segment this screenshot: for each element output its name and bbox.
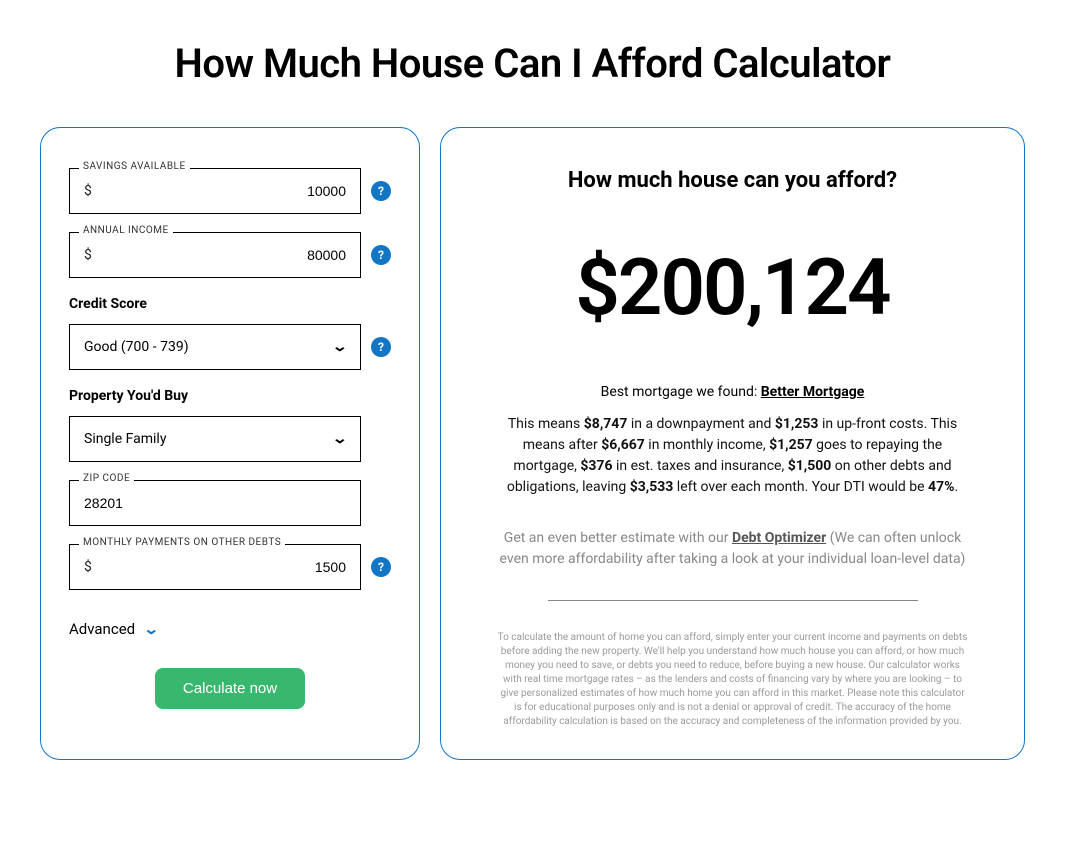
savings-input-box[interactable]: $ [69, 168, 361, 214]
fine-print: To calculate the amount of home you can … [498, 631, 968, 729]
form-panel: SAVINGS AVAILABLE $ ? ANNUAL INCOME $ ? … [40, 127, 420, 760]
debt-optimizer-link[interactable]: Debt Optimizer [732, 530, 826, 546]
chevron-down-icon: ⌄ [332, 339, 348, 355]
taxes-ins-value: $376 [580, 458, 612, 474]
property-value: Single Family [84, 431, 166, 447]
other-debts-value: $1,500 [788, 458, 832, 474]
currency-prefix: $ [84, 247, 92, 263]
advanced-label: Advanced [69, 620, 135, 638]
property-select[interactable]: Single Family ⌄ [69, 416, 361, 462]
income-input-box[interactable]: $ [69, 232, 361, 278]
chevron-down-icon: ⌄ [143, 620, 159, 638]
mortgage-payment-value: $1,257 [769, 437, 813, 453]
property-label: Property You'd Buy [69, 388, 391, 404]
debts-input[interactable] [92, 559, 346, 575]
help-icon[interactable]: ? [371, 245, 391, 265]
debt-optimizer-line: Get an even better estimate with our Deb… [498, 528, 968, 570]
chevron-down-icon: ⌄ [332, 431, 348, 447]
advanced-toggle[interactable]: Advanced ⌄ [69, 620, 391, 638]
dti-value: 47% [928, 479, 954, 495]
savings-label: SAVINGS AVAILABLE [79, 161, 190, 172]
zip-input-box[interactable] [69, 480, 361, 526]
best-mortgage-link[interactable]: Better Mortgage [761, 384, 865, 400]
breakdown-text: This means $8,747 in a downpayment and $… [503, 414, 963, 498]
divider [548, 600, 918, 601]
credit-score-value: Good (700 - 739) [84, 339, 189, 355]
savings-input[interactable] [92, 183, 346, 199]
income-input[interactable] [92, 247, 346, 263]
currency-prefix: $ [84, 559, 92, 575]
affordable-amount: $200,124 [481, 243, 984, 334]
page-title: How Much House Can I Afford Calculator [40, 40, 1025, 87]
upfront-value: $1,253 [775, 416, 819, 432]
help-icon[interactable]: ? [371, 181, 391, 201]
credit-score-label: Credit Score [69, 296, 391, 312]
debts-input-box[interactable]: $ [69, 544, 361, 590]
best-mortgage-line: Best mortgage we found: Better Mortgage [481, 384, 984, 400]
income-label: ANNUAL INCOME [79, 225, 173, 236]
calculate-button[interactable]: Calculate now [155, 668, 305, 709]
help-icon[interactable]: ? [371, 337, 391, 357]
debts-label: MONTHLY PAYMENTS ON OTHER DEBTS [79, 537, 285, 548]
leftover-value: $3,533 [630, 479, 674, 495]
zip-label: ZIP CODE [79, 473, 134, 484]
monthly-income-value: $6,667 [601, 437, 645, 453]
help-icon[interactable]: ? [371, 557, 391, 577]
result-panel: How much house can you afford? $200,124 … [440, 127, 1025, 760]
credit-score-select[interactable]: Good (700 - 739) ⌄ [69, 324, 361, 370]
currency-prefix: $ [84, 183, 92, 199]
zip-input[interactable] [84, 495, 346, 511]
result-heading: How much house can you afford? [481, 168, 984, 193]
downpayment-value: $8,747 [584, 416, 628, 432]
